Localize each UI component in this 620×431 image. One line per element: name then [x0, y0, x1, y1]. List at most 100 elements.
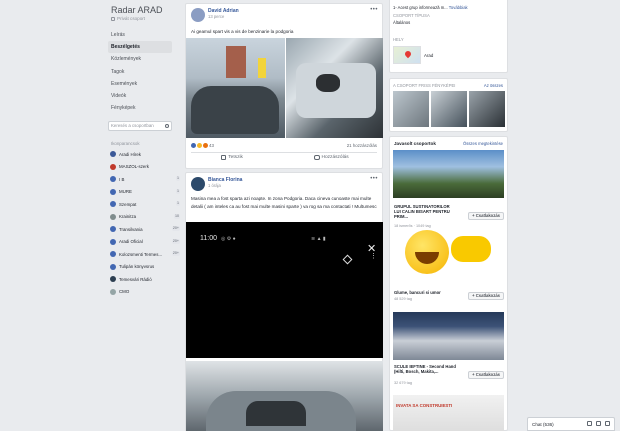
nav-item-members[interactable]: Tagok [108, 66, 172, 78]
group-icon [110, 213, 116, 220]
more-options-icon[interactable]: ••• [370, 176, 378, 182]
group-icon [110, 151, 116, 158]
more-link[interactable]: Továbbiak [449, 5, 468, 10]
post-header: Bianca Florina 1 órája [191, 177, 242, 191]
group-icon [110, 226, 116, 233]
gear-icon[interactable] [605, 421, 610, 426]
post: Bianca Florina 1 órája ••• Masina mea a … [185, 172, 383, 431]
shortcut-label: MASZOL-szerk [119, 164, 150, 170]
shortcut-item[interactable]: Krainitza 10 [108, 211, 180, 224]
shortcut-item[interactable]: Kolozsmenti Termes... 20+ [108, 248, 180, 261]
post-time[interactable]: 1 órája [208, 183, 242, 188]
comment-button[interactable]: Hozzászólás [313, 155, 349, 160]
broken-window-shape [246, 401, 306, 426]
avatar[interactable] [191, 8, 205, 22]
map-thumbnail[interactable] [393, 46, 421, 64]
building-shape [226, 46, 246, 78]
shortcut-label: Aradi Oficial [119, 239, 143, 245]
like-reaction-icon [191, 143, 196, 148]
shortcut-label: Aradi Hírek [119, 151, 141, 157]
nav-item-videos[interactable]: Videók [108, 90, 172, 102]
suggested-group-meta: 48 529 tag [394, 297, 412, 301]
see-all-suggestions-link[interactable]: Összes megtekintése [463, 141, 503, 146]
shortcut-item[interactable]: Transilvania 20+ [108, 223, 180, 236]
shortcut-item[interactable]: Temesvári Rádió [108, 273, 180, 286]
reactions-summary[interactable]: 43 [191, 143, 214, 148]
group-search-input[interactable]: Keresés a csoportban [108, 121, 172, 131]
photo-thumbnail[interactable] [393, 91, 429, 127]
shortcut-item[interactable]: MASZOL-szerk [108, 161, 180, 174]
car-shape [191, 86, 279, 134]
suggested-group-cover[interactable] [393, 228, 504, 276]
shortcut-item[interactable]: CMO [108, 286, 180, 299]
more-vertical-icon[interactable]: ⋮ [370, 253, 377, 260]
shortcut-label: I B [119, 176, 125, 182]
shortcut-count: 20+ [171, 226, 180, 231]
wow-reaction-icon [197, 143, 202, 148]
nav-item-events[interactable]: Események [108, 78, 172, 90]
chat-bar[interactable]: Chat (536) [527, 417, 615, 431]
more-options-icon[interactable]: ••• [370, 7, 378, 13]
suggested-group-cover[interactable] [393, 312, 504, 360]
comment-icon [313, 155, 320, 160]
new-group-icon[interactable] [596, 421, 601, 426]
photo-thumbnail[interactable] [469, 91, 505, 127]
lock-icon [111, 16, 115, 21]
group-search-placeholder: Keresés a csoportban [111, 123, 154, 128]
shortcut-label: Temesvári Rádió [119, 276, 152, 282]
laughing-emoji-image [405, 230, 449, 274]
shortcut-item[interactable]: Aradi Oficial 20+ [108, 236, 180, 249]
chat-controls [587, 421, 610, 426]
nav-item-announcements[interactable]: Közlemények [108, 53, 172, 65]
shortcut-item[interactable]: I B 1 [108, 173, 180, 186]
suggested-groups-heading: Javasolt csoportok [394, 141, 436, 146]
post-video[interactable]: 11:00 ◎ ⚙ ● ≋ ▲ ▮ ✕ ⋮ [186, 222, 383, 358]
suggested-group-name[interactable]: GRUPUL SUSTINATORILOR LUI CALIN BISART P… [394, 204, 456, 219]
group-sidebar: Radar ARAD Privát csoport Leírás Beszélg… [108, 0, 180, 431]
group-privacy: Privát csoport [111, 16, 145, 21]
thumbs-up-icon [221, 155, 227, 160]
divider [191, 152, 377, 153]
thumbs-up-emoji-image [451, 236, 491, 262]
location-value[interactable]: Arad [424, 53, 433, 58]
post-photo[interactable] [186, 361, 383, 431]
suggested-group-cover[interactable]: INVATA SA CONSTRUIESTI [393, 395, 504, 431]
avatar[interactable] [191, 177, 205, 191]
shortcut-count: 1 [176, 188, 180, 194]
nav-item-discussion[interactable]: Beszélgetés [108, 41, 172, 54]
tag-icon[interactable] [342, 254, 353, 265]
shortcut-item[interactable]: Aradi Hírek [108, 148, 180, 161]
compose-icon[interactable] [587, 421, 592, 426]
shortcut-label: Krainitza [119, 214, 137, 220]
post-photo[interactable] [286, 38, 383, 138]
comments-count[interactable]: 21 hozzászólás [347, 143, 377, 148]
nav-item-photos[interactable]: Fényképek [108, 102, 172, 114]
recent-photos-heading: A CSOPORT FRISS FÉNYKÉPEI [393, 83, 456, 88]
search-icon[interactable] [165, 124, 169, 128]
shortcut-item[interactable]: MURE 1 [108, 186, 180, 199]
nav-item-description[interactable]: Leírás [108, 29, 172, 41]
join-group-button[interactable]: + Csatlakozás [468, 212, 504, 220]
shortcut-item[interactable]: Szempat 1 [108, 198, 180, 211]
like-button[interactable]: Tetszik [221, 155, 243, 160]
suggested-group-name[interactable]: Glume, bancuri si umor [394, 290, 456, 295]
group-icon [110, 188, 116, 195]
group-type-value: Általános [393, 20, 411, 25]
see-all-photos-link[interactable]: Az összes [484, 83, 503, 88]
photo-thumbnail[interactable] [431, 91, 467, 127]
shortcut-item[interactable]: Tulipán könyvsrus [108, 261, 180, 274]
comment-label: Hozzászólás [321, 155, 349, 160]
suggested-groups-card: Javasolt csoportok Összes megtekintése G… [389, 136, 508, 431]
post-time[interactable]: 13 perce [208, 14, 239, 19]
join-group-button[interactable]: + Csatlakozás [468, 371, 504, 379]
suggested-group-name[interactable]: SCULE IEFTINE - Second Hand (Hilti, Bosc… [394, 364, 456, 374]
about-text: 1- Acest grup informează m... [393, 5, 448, 10]
join-group-button[interactable]: + Csatlakozás [468, 292, 504, 300]
group-title[interactable]: Radar ARAD [111, 5, 163, 15]
post-photo[interactable] [186, 38, 285, 138]
location-heading: HELY [393, 37, 404, 42]
suggested-group-cover[interactable] [393, 150, 504, 198]
group-icon [110, 263, 116, 270]
shortcut-label: CMO [119, 289, 130, 295]
angry-reaction-icon [203, 143, 208, 148]
